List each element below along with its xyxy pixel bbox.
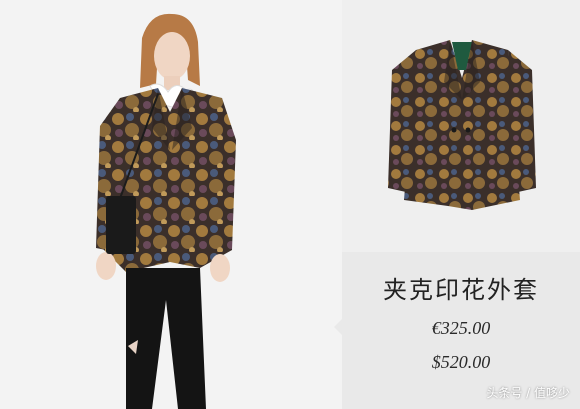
price-usd: $520.00 bbox=[431, 352, 491, 372]
product-photo-panel bbox=[342, 0, 580, 252]
model-photo-panel bbox=[0, 0, 342, 409]
model-photo bbox=[96, 13, 236, 409]
price-eur: €325.00 bbox=[431, 318, 491, 338]
jacket-photo bbox=[388, 40, 536, 210]
watermark: 头条号 / 值哆少 bbox=[486, 386, 570, 400]
product-name: 夹克印花外套 bbox=[383, 276, 539, 304]
